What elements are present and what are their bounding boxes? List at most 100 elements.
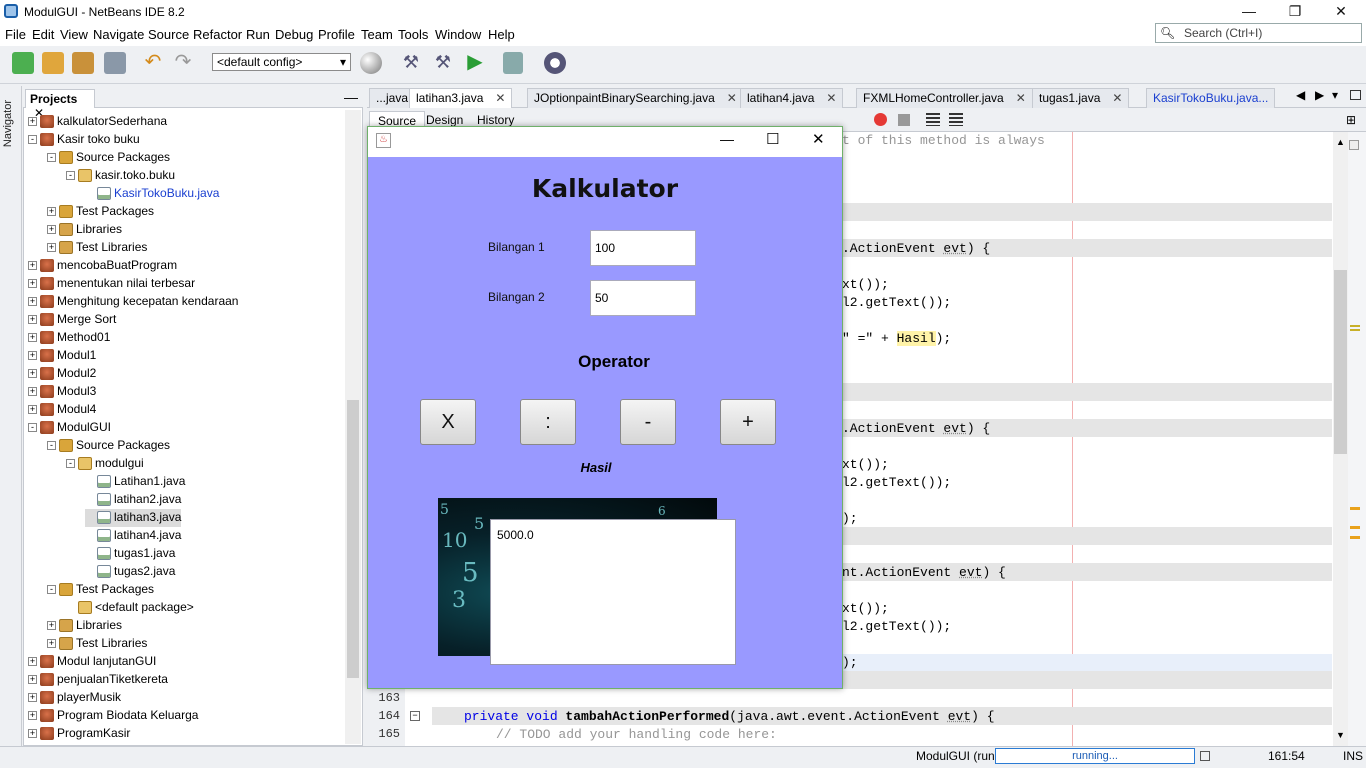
expand-icon[interactable]: + [28, 279, 37, 289]
tree-item[interactable]: - modulgui [66, 455, 144, 473]
tree-item[interactable]: + Modul2 [28, 365, 96, 383]
minimize-panel-icon[interactable]: — [344, 89, 358, 105]
tree-item[interactable]: - Source Packages [47, 149, 170, 167]
expand-icon[interactable]: + [28, 297, 37, 307]
expand-icon[interactable]: + [28, 369, 37, 379]
collapse-icon[interactable]: - [47, 585, 56, 595]
tree-item[interactable]: + kalkulatorSederhana [28, 113, 167, 131]
menu-debug[interactable]: Debug [275, 27, 313, 42]
close-icon[interactable]: ✕ [826, 91, 836, 105]
undo-icon[interactable]: ↶ [142, 52, 164, 74]
subtract-button[interactable]: - [620, 399, 676, 445]
projects-tab[interactable]: Projects ✕ [25, 89, 95, 120]
tree-item[interactable]: + Modul lanjutanGUI [28, 653, 156, 671]
result-output[interactable]: 5000.0 [490, 519, 736, 665]
tree-item[interactable]: + Method01 [28, 329, 110, 347]
menu-tools[interactable]: Tools [398, 27, 428, 42]
expand-icon[interactable]: + [47, 207, 56, 217]
expand-icon[interactable]: + [28, 711, 37, 721]
menu-help[interactable]: Help [488, 27, 515, 42]
menu-profile[interactable]: Profile [318, 27, 355, 42]
expand-icon[interactable]: + [28, 657, 37, 667]
editor-scroll-thumb[interactable] [1334, 270, 1347, 454]
tree-item[interactable]: + Test Packages [47, 203, 154, 221]
expand-icon[interactable]: + [28, 729, 37, 739]
open-project-icon[interactable] [72, 52, 94, 74]
marker[interactable] [1350, 536, 1360, 539]
expand-icon[interactable]: + [28, 351, 37, 361]
tree-item[interactable]: - Kasir toko buku [28, 131, 140, 149]
multiply-button[interactable]: X [420, 399, 476, 445]
scroll-up-icon[interactable]: ▲ [1336, 137, 1345, 147]
menu-file[interactable]: File [5, 27, 26, 42]
menu-source[interactable]: Source [148, 27, 189, 42]
expand-icon[interactable]: + [47, 621, 56, 631]
tree-item[interactable]: - Test Packages [47, 581, 154, 599]
menu-refactor[interactable]: Refactor [193, 27, 242, 42]
stop-macro-icon[interactable] [898, 114, 910, 126]
collapse-icon[interactable]: - [47, 153, 56, 163]
hammer-icon[interactable]: ⚒ [400, 52, 422, 74]
new-file-icon[interactable] [12, 52, 34, 74]
tree-item[interactable]: + playerMusik [28, 689, 121, 707]
expand-icon[interactable]: + [47, 225, 56, 235]
tree-item[interactable]: + menentukan nilai terbesar [28, 275, 195, 293]
new-project-icon[interactable] [42, 52, 64, 74]
tree-item[interactable]: + Test Libraries [47, 239, 147, 257]
tree-item[interactable]: + Menghitung kecepatan kendaraan [28, 293, 238, 311]
expand-icon[interactable]: + [28, 333, 37, 343]
split-icon[interactable]: ⊞ [1346, 113, 1356, 127]
editor-tab[interactable]: FXMLHomeController.java ✕ [856, 88, 1033, 108]
menu-view[interactable]: View [60, 27, 88, 42]
close-icon[interactable]: ✕ [495, 91, 505, 105]
tree-item[interactable]: + Test Libraries [47, 635, 147, 653]
bilangan1-input[interactable]: 100 [590, 230, 696, 266]
collapse-icon[interactable]: - [28, 423, 37, 433]
tree-item[interactable]: <default package> [66, 599, 194, 617]
search-input[interactable]: 🔍︎ Search (Ctrl+I) [1155, 23, 1362, 43]
expand-icon[interactable]: + [28, 315, 37, 325]
dialog-minimize-button[interactable]: — [720, 131, 734, 147]
tree-item[interactable]: + Libraries [47, 617, 122, 635]
editor-tab[interactable]: KasirTokoBuku.java... [1146, 88, 1276, 108]
menu-team[interactable]: Team [361, 27, 393, 42]
tree-item[interactable]: KasirTokoBuku.java [85, 185, 219, 203]
close-icon[interactable]: ✕ [727, 91, 737, 105]
tree-item[interactable]: tugas1.java [85, 545, 175, 563]
run-icon[interactable]: ▶ [464, 52, 486, 74]
tree-item[interactable]: + Modul4 [28, 401, 96, 419]
tree-item[interactable]: + Modul3 [28, 383, 96, 401]
expand-icon[interactable]: + [28, 387, 37, 397]
close-icon[interactable]: ✕ [1112, 91, 1122, 105]
tree-item[interactable]: + mencobaBuatProgram [28, 257, 177, 275]
comment-icon[interactable] [926, 113, 940, 126]
expand-icon[interactable]: + [47, 243, 56, 253]
editor-tab[interactable]: tugas1.java ✕ [1032, 88, 1130, 108]
clean-build-icon[interactable]: ⚒ [432, 52, 454, 74]
debug-icon[interactable] [503, 52, 523, 74]
globe-icon[interactable] [360, 52, 382, 74]
marker[interactable] [1350, 329, 1360, 331]
expand-icon[interactable]: + [47, 639, 56, 649]
tree-item[interactable]: + ProgramKasir [28, 725, 130, 743]
close-icon[interactable]: ✕ [1016, 91, 1026, 105]
record-macro-icon[interactable] [874, 113, 887, 126]
tree-item[interactable]: Latihan1.java [85, 473, 185, 491]
editor-tab[interactable]: latihan4.java ✕ [740, 88, 844, 108]
tab-scroll-left-icon[interactable]: ◀ [1296, 88, 1305, 102]
status-project[interactable]: ModulGUI (run) [916, 749, 999, 763]
collapse-icon[interactable]: - [28, 135, 37, 145]
menu-navigate[interactable]: Navigate [93, 27, 144, 42]
tree-item[interactable]: + Merge Sort [28, 311, 116, 329]
expand-icon[interactable]: + [28, 693, 37, 703]
divide-button[interactable]: : [520, 399, 576, 445]
add-button[interactable]: + [720, 399, 776, 445]
fold-toggle-icon[interactable]: − [410, 711, 420, 721]
expand-icon[interactable]: + [28, 261, 37, 271]
tree-item[interactable]: tugas2.java [85, 563, 175, 581]
save-all-icon[interactable] [104, 52, 126, 74]
editor-tab-active[interactable]: latihan3.java ✕ [409, 88, 513, 108]
close-button[interactable]: ✕ [1318, 0, 1364, 24]
dialog-close-button[interactable]: ✕ [812, 130, 825, 148]
maximize-editor-icon[interactable] [1350, 90, 1361, 100]
